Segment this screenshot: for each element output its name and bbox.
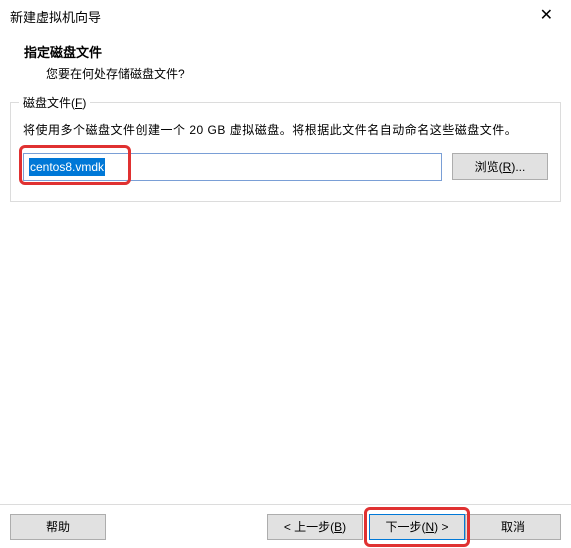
file-row: centos8.vmdk 浏览(R)... <box>23 153 548 181</box>
wizard-header: 指定磁盘文件 您要在何处存储磁盘文件? <box>0 32 571 96</box>
disk-file-group: 磁盘文件(F) 将使用多个磁盘文件创建一个 20 GB 虚拟磁盘。将根据此文件名… <box>10 102 561 202</box>
close-icon[interactable]: ✕ <box>530 6 563 26</box>
next-button[interactable]: 下一步(N) > <box>369 514 465 540</box>
wizard-footer: 帮助 < 上一步(B) 下一步(N) > 取消 <box>0 504 571 548</box>
disk-file-input[interactable] <box>23 153 442 181</box>
group-description: 将使用多个磁盘文件创建一个 20 GB 虚拟磁盘。将根据此文件名自动命名这些磁盘… <box>23 121 548 141</box>
page-title: 指定磁盘文件 <box>24 42 547 61</box>
next-button-wrap: 下一步(N) > <box>369 514 465 540</box>
file-input-wrap: centos8.vmdk <box>23 153 442 181</box>
browse-button[interactable]: 浏览(R)... <box>452 153 548 180</box>
group-legend: 磁盘文件(F) <box>19 94 90 111</box>
help-button[interactable]: 帮助 <box>10 514 106 540</box>
page-subtitle: 您要在何处存储磁盘文件? <box>24 65 547 82</box>
titlebar: 新建虚拟机向导 ✕ <box>0 0 571 32</box>
cancel-button[interactable]: 取消 <box>465 514 561 540</box>
back-button[interactable]: < 上一步(B) <box>267 514 363 540</box>
window-title: 新建虚拟机向导 <box>10 7 101 26</box>
